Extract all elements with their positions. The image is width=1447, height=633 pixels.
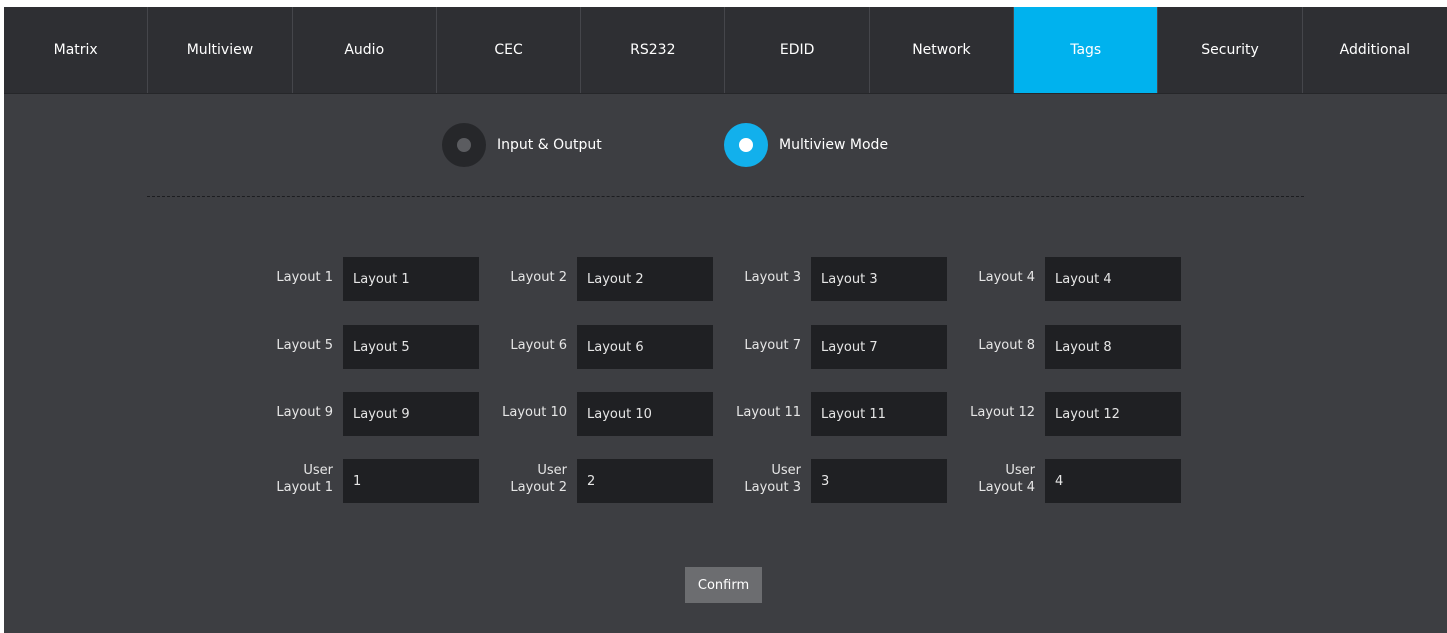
layout-11-label: Layout 11: [736, 405, 801, 420]
layout-2-label: Layout 2: [510, 270, 567, 285]
radio-input-output[interactable]: Input & Output: [442, 123, 602, 167]
user-layout-2-label: User Layout 2: [467, 462, 567, 496]
user-layout-3-label-line1: User: [771, 463, 801, 478]
tab-network[interactable]: Network: [870, 7, 1015, 93]
layout-8-label: Layout 8: [978, 338, 1035, 353]
user-layout-1-label: User Layout 1: [233, 462, 333, 496]
tab-matrix[interactable]: Matrix: [4, 7, 149, 93]
layout-9-input[interactable]: [343, 392, 479, 436]
tags-panel: Matrix Multiview Audio CEC RS232 EDID Ne…: [4, 7, 1447, 633]
user-layout-4-label-line1: User: [1005, 463, 1035, 478]
radio-dot: [739, 138, 753, 152]
layout-6-label: Layout 6: [510, 338, 567, 353]
user-layout-1-input[interactable]: [343, 459, 479, 503]
radio-multiview-mode[interactable]: Multiview Mode: [724, 123, 888, 167]
layout-4-label: Layout 4: [978, 270, 1035, 285]
layout-12-label: Layout 12: [970, 405, 1035, 420]
layout-3-input[interactable]: [811, 257, 947, 301]
layout-1-input[interactable]: [343, 257, 479, 301]
user-layout-4-label-line2: Layout 4: [978, 480, 1035, 495]
user-layout-3-label-line2: Layout 3: [744, 480, 801, 495]
user-layout-2-input[interactable]: [577, 459, 713, 503]
user-layout-2-label-line2: Layout 2: [510, 480, 567, 495]
tab-multiview[interactable]: Multiview: [148, 7, 293, 93]
layout-2-input[interactable]: [577, 257, 713, 301]
radio-dot: [457, 138, 471, 152]
tab-rs232[interactable]: RS232: [581, 7, 726, 93]
confirm-button[interactable]: Confirm: [685, 567, 762, 603]
layout-4-input[interactable]: [1045, 257, 1181, 301]
layout-7-label: Layout 7: [744, 338, 801, 353]
dashed-divider: [147, 196, 1304, 197]
radio-input-output-label: Input & Output: [497, 137, 602, 153]
layout-9-label: Layout 9: [276, 405, 333, 420]
user-layout-3-input[interactable]: [811, 459, 947, 503]
layout-3-label: Layout 3: [744, 270, 801, 285]
user-layout-4-label: User Layout 4: [935, 462, 1035, 496]
layout-11-input[interactable]: [811, 392, 947, 436]
user-layout-4-input[interactable]: [1045, 459, 1181, 503]
layout-5-input[interactable]: [343, 325, 479, 369]
layout-7-input[interactable]: [811, 325, 947, 369]
layout-10-input[interactable]: [577, 392, 713, 436]
layout-1-label: Layout 1: [276, 270, 333, 285]
user-layout-1-label-line1: User: [303, 463, 333, 478]
layout-8-input[interactable]: [1045, 325, 1181, 369]
layout-12-input[interactable]: [1045, 392, 1181, 436]
radio-multiview-mode-label: Multiview Mode: [779, 137, 889, 153]
tab-security[interactable]: Security: [1158, 7, 1303, 93]
user-layout-1-label-line2: Layout 1: [276, 480, 333, 495]
user-layout-2-label-line1: User: [537, 463, 567, 478]
user-layout-3-label: User Layout 3: [701, 462, 801, 496]
layout-5-label: Layout 5: [276, 338, 333, 353]
radio-unselected-icon: [442, 123, 486, 167]
tab-additional[interactable]: Additional: [1303, 7, 1447, 93]
tab-audio[interactable]: Audio: [293, 7, 437, 93]
layout-10-label: Layout 10: [502, 405, 567, 420]
tab-tags[interactable]: Tags: [1014, 7, 1159, 93]
radio-selected-icon: [724, 123, 768, 167]
mode-selector: Input & Output Multiview Mode: [4, 123, 1447, 171]
tab-cec[interactable]: CEC: [437, 7, 582, 93]
layout-6-input[interactable]: [577, 325, 713, 369]
tab-bar: Matrix Multiview Audio CEC RS232 EDID Ne…: [4, 7, 1447, 94]
tab-edid[interactable]: EDID: [725, 7, 870, 93]
